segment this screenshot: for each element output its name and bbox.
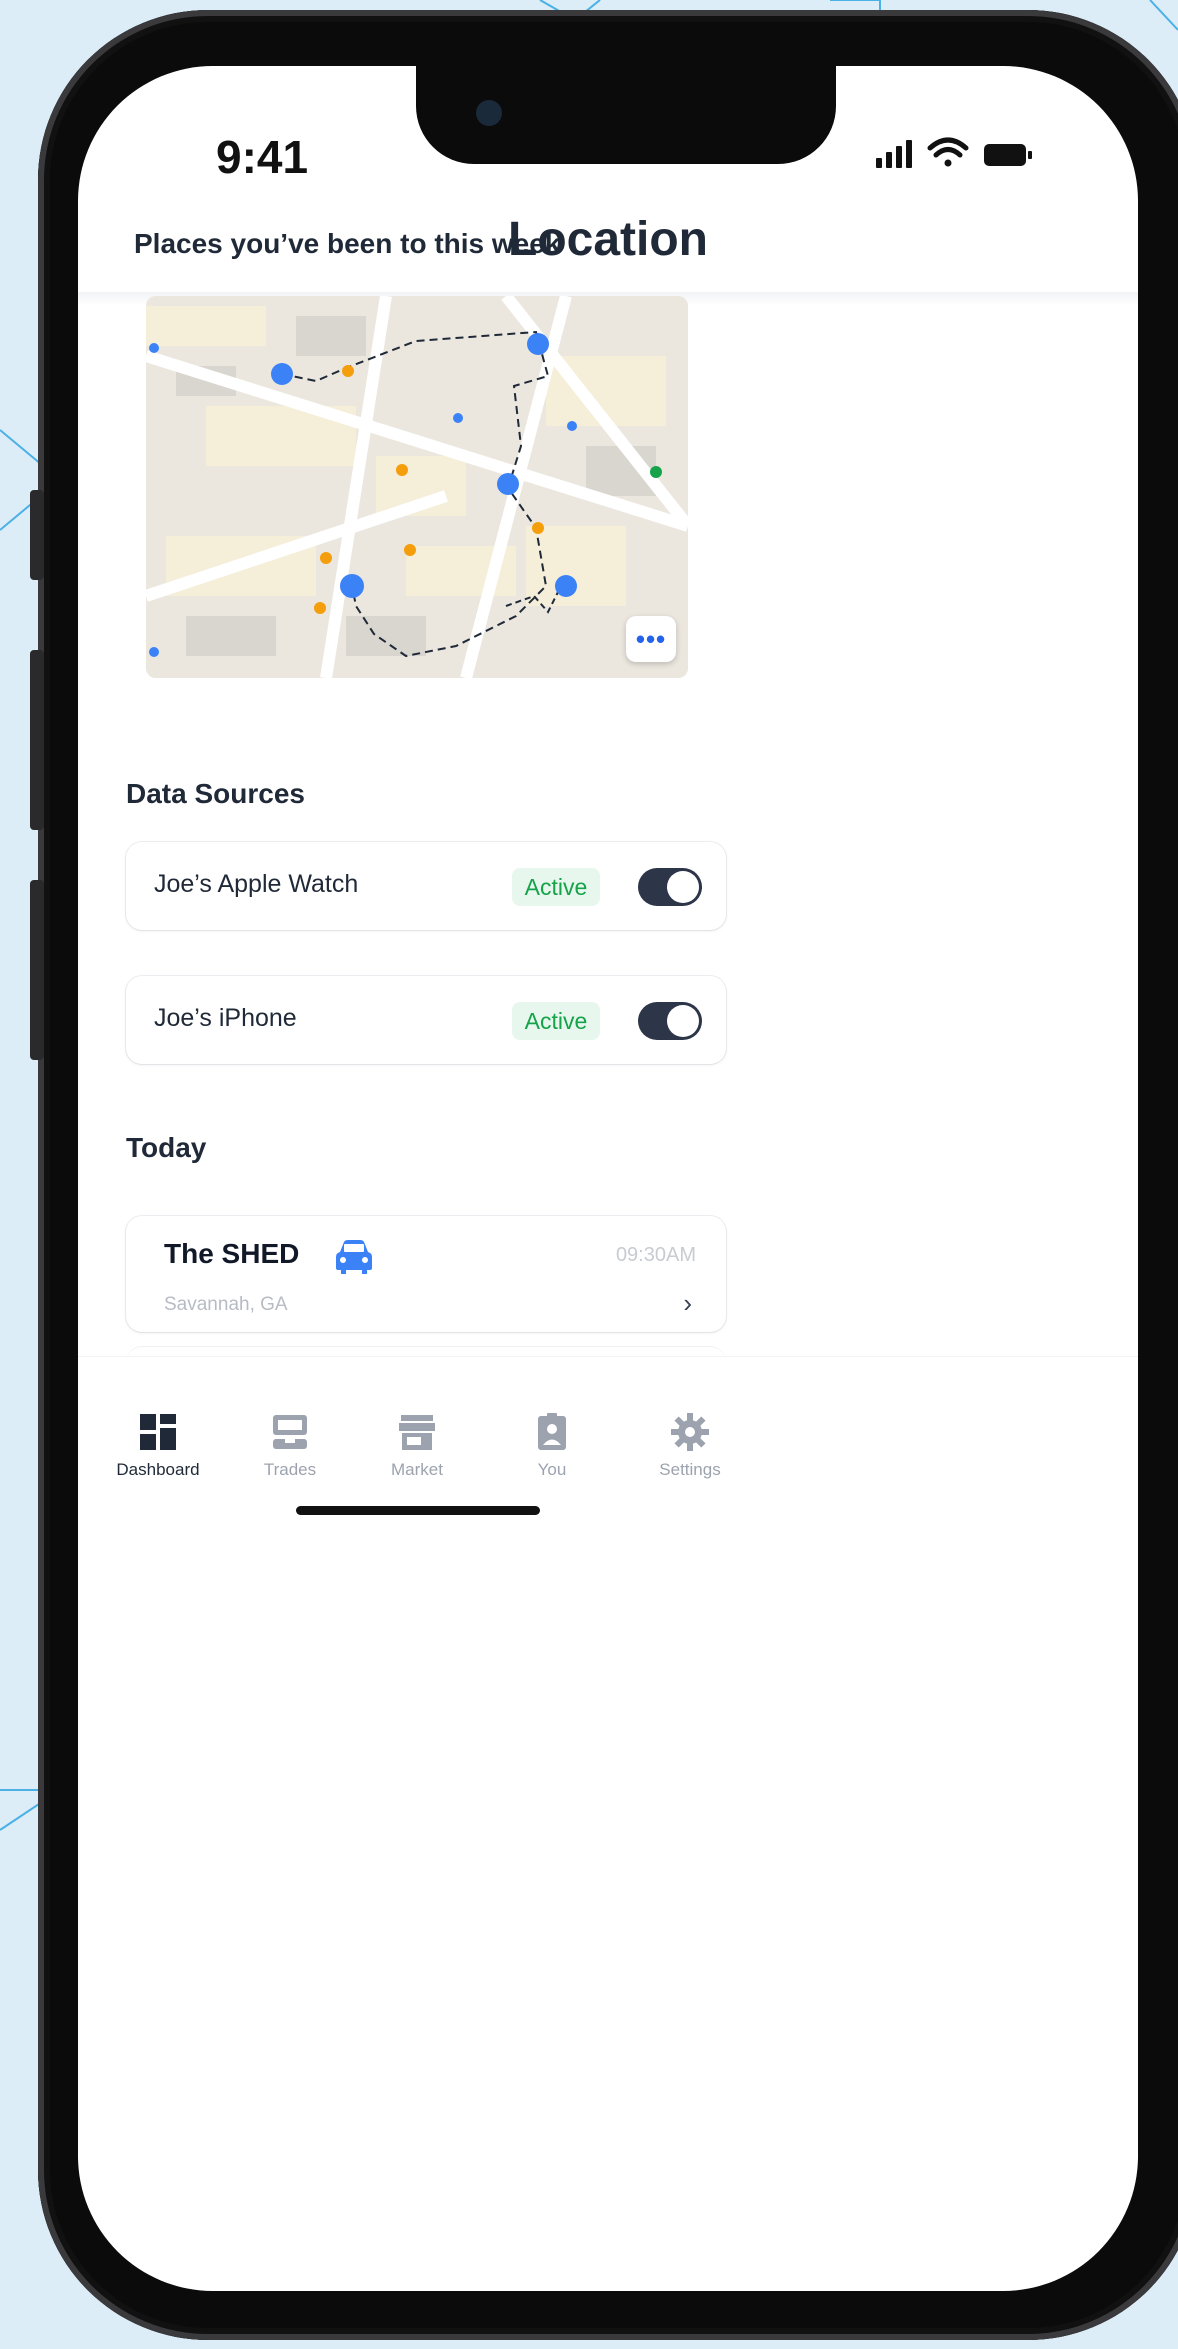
toggle-knob [667, 1005, 699, 1037]
tab-label: Trades [263, 1460, 317, 1479]
car-icon [336, 1240, 372, 1274]
camera-dot [476, 100, 502, 126]
profile-icon [538, 1413, 566, 1450]
data-source-name: Joe’s Apple Watch [154, 870, 359, 898]
tab-you[interactable]: You [492, 1412, 612, 1480]
tab-label: You [537, 1460, 567, 1479]
toggle-knob [667, 871, 699, 903]
tab-label: Dashboard [116, 1460, 200, 1479]
chevron-right-icon[interactable]: › [683, 1288, 692, 1319]
tab-label: Settings [659, 1460, 721, 1479]
location-map[interactable] [146, 296, 688, 678]
market-icon [399, 1415, 435, 1450]
signal-icon [876, 140, 912, 168]
visit-time: 09:30AM [615, 1244, 696, 1266]
map-graphic [146, 296, 688, 678]
map-more-button[interactable]: ••• [626, 616, 676, 662]
phone-side-button [30, 490, 44, 580]
dashboard-icon [140, 1414, 176, 1450]
tab-dashboard[interactable]: Dashboard [98, 1412, 218, 1480]
status-badge: Active [512, 868, 600, 906]
tab-market[interactable]: Market [357, 1412, 477, 1480]
notch [416, 66, 836, 164]
location-city: Savannah, GA [164, 1294, 288, 1315]
battery-icon [984, 144, 1032, 166]
gear-icon [671, 1413, 709, 1451]
phone-volume-down-button [30, 880, 44, 1060]
status-badge: Active [512, 1002, 600, 1040]
status-icons [876, 137, 1032, 168]
map-section-title: Places you’ve been to this week [134, 228, 561, 259]
data-source-toggle[interactable] [638, 868, 702, 906]
data-sources-title: Data Sources [126, 778, 305, 809]
today-location-card[interactable]: The SHED Savannah, GA 09:30AM › [126, 1216, 726, 1332]
wifi-icon [927, 137, 969, 167]
data-source-toggle[interactable] [638, 1002, 702, 1040]
data-source-row[interactable]: Joe’s Apple Watch Active [126, 842, 726, 930]
phone-volume-up-button [30, 650, 44, 830]
tab-trades[interactable]: Trades [230, 1412, 350, 1480]
tabbar-divider [78, 1356, 1138, 1357]
data-source-name: Joe’s iPhone [154, 1004, 297, 1032]
status-time: 9:41 [216, 131, 309, 183]
trades-icon [273, 1415, 307, 1449]
today-title: Today [126, 1132, 207, 1163]
data-source-row[interactable]: Joe’s iPhone Active [126, 976, 726, 1064]
tab-label: Market [391, 1460, 443, 1479]
home-indicator[interactable] [296, 1506, 540, 1515]
tab-settings[interactable]: Settings [630, 1412, 750, 1480]
location-name: The SHED [164, 1238, 300, 1269]
